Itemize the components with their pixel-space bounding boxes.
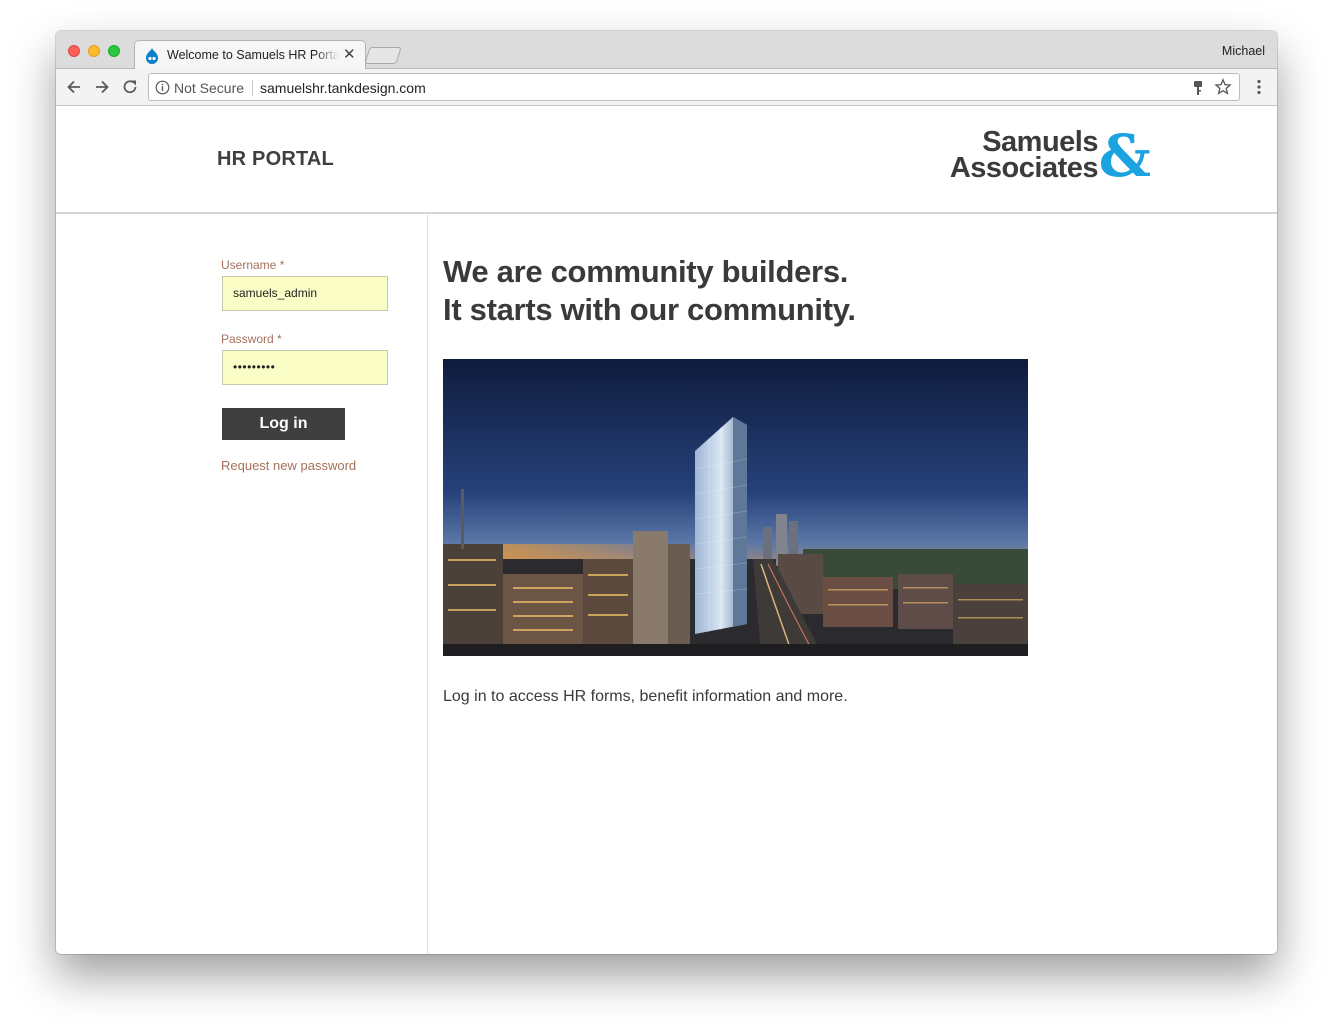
info-icon[interactable] xyxy=(155,80,170,95)
window-minimize-button[interactable] xyxy=(88,45,100,57)
bookmark-star-icon[interactable] xyxy=(1214,78,1232,96)
samuels-associates-logo[interactable]: Samuels Associates & xyxy=(936,122,1151,190)
reload-icon[interactable] xyxy=(120,77,140,97)
page-content: HR PORTAL Samuels Associates & Username … xyxy=(56,107,1277,954)
login-sidebar: Username * samuels_admin Password * ••••… xyxy=(56,215,428,954)
browser-toolbar: Not Secure samuelshr.tankdesign.com xyxy=(56,69,1277,106)
window-maximize-button[interactable] xyxy=(108,45,120,57)
logo-ampersand: & xyxy=(1098,122,1151,190)
logo-line-2: Associates xyxy=(949,152,1099,184)
request-password-link[interactable]: Request new password xyxy=(221,458,356,473)
site-header: HR PORTAL Samuels Associates & xyxy=(56,107,1277,214)
drupal-icon xyxy=(146,48,158,64)
new-tab-button[interactable] xyxy=(364,47,402,64)
tab-close-icon[interactable]: ✕ xyxy=(343,45,356,65)
omnibox-divider xyxy=(252,80,253,96)
tab-title: Welcome to Samuels HR Portal xyxy=(167,48,339,62)
logo-wordmark: Samuels Associates xyxy=(949,128,1099,184)
url-text[interactable]: samuelshr.tankdesign.com xyxy=(260,80,426,96)
headline-line-2: It starts with our community. xyxy=(443,292,856,327)
page-headline: We are community builders. It starts wit… xyxy=(443,253,1143,329)
browser-window: Welcome to Samuels HR Portal ✕ Michael N… xyxy=(56,31,1277,954)
password-label: Password * xyxy=(221,332,282,346)
headline-line-1: We are community builders. xyxy=(443,254,849,289)
username-input[interactable]: samuels_admin xyxy=(222,276,388,311)
city-skyline-image xyxy=(443,359,1028,656)
intro-text: Log in to access HR forms, benefit infor… xyxy=(443,688,848,705)
site-title[interactable]: HR PORTAL xyxy=(217,148,334,171)
key-icon[interactable] xyxy=(1191,80,1205,96)
forward-arrow-icon[interactable] xyxy=(92,77,112,97)
browser-menu-icon[interactable] xyxy=(1249,77,1269,97)
address-bar[interactable]: Not Secure samuelshr.tankdesign.com xyxy=(148,73,1240,101)
browser-tab[interactable]: Welcome to Samuels HR Portal ✕ xyxy=(134,40,366,70)
security-status: Not Secure xyxy=(174,80,245,96)
main-content: We are community builders. It starts wit… xyxy=(428,215,1277,954)
username-label: Username * xyxy=(221,258,285,272)
profile-name[interactable]: Michael xyxy=(1222,44,1265,58)
back-arrow-icon[interactable] xyxy=(64,77,84,97)
window-close-button[interactable] xyxy=(68,45,80,57)
login-button[interactable]: Log in xyxy=(222,408,345,440)
tab-strip: Welcome to Samuels HR Portal ✕ Michael xyxy=(56,31,1277,70)
password-input[interactable]: ••••••••• xyxy=(222,350,388,385)
